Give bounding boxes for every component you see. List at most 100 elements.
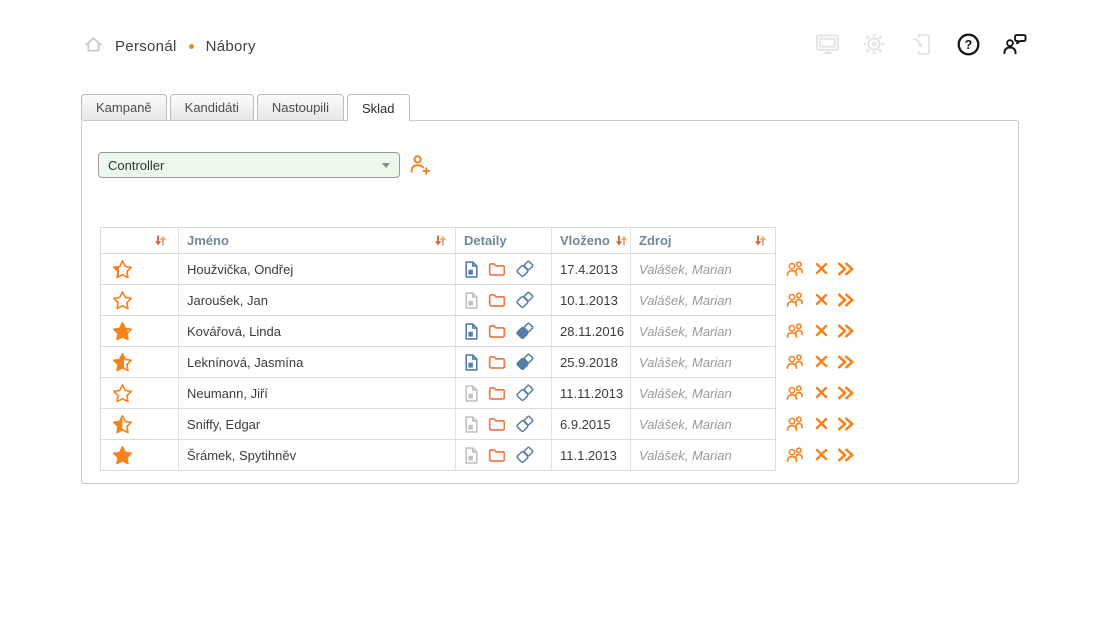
inserted-date: 6.9.2015 xyxy=(560,417,611,432)
favorite-star-icon[interactable] xyxy=(112,321,133,342)
name-cell[interactable]: Sniffy, Edgar xyxy=(179,409,456,439)
name-cell[interactable]: Leknínová, Jasmína xyxy=(179,347,456,377)
folder-icon[interactable] xyxy=(488,386,506,401)
header-details: Detaily xyxy=(456,228,552,253)
source-cell: Valášek, Marian xyxy=(631,440,775,470)
candidate-name: Jaroušek, Jan xyxy=(187,293,268,308)
document-icon[interactable] xyxy=(464,323,479,340)
position-filter-select[interactable]: Controller xyxy=(98,152,400,178)
name-cell[interactable]: Šrámek, Spytihněv xyxy=(179,440,456,470)
favorite-cell xyxy=(101,316,179,346)
close-icon[interactable] xyxy=(815,262,828,275)
favorite-star-icon[interactable] xyxy=(112,290,133,311)
row-actions xyxy=(786,408,854,439)
double-chevron-right-icon[interactable] xyxy=(837,386,854,400)
page: Personál Nábory ? Kampaně Kandidáti Nast… xyxy=(0,0,1100,620)
help-icon[interactable]: ? xyxy=(955,31,981,57)
import-document-icon[interactable] xyxy=(908,31,934,57)
close-icon[interactable] xyxy=(815,448,828,461)
document-icon[interactable] xyxy=(464,354,479,371)
name-cell[interactable]: Kovářová, Linda xyxy=(179,316,456,346)
document-icon[interactable] xyxy=(464,385,479,402)
breadcrumb-nabory[interactable]: Nábory xyxy=(206,38,256,55)
favorite-star-icon[interactable] xyxy=(112,259,133,280)
monitor-icon[interactable] xyxy=(814,31,840,57)
favorite-cell xyxy=(101,378,179,408)
sort-favorite-icon[interactable] xyxy=(154,234,167,247)
document-icon[interactable] xyxy=(464,292,479,309)
people-icon[interactable] xyxy=(786,384,806,401)
tab-sklad[interactable]: Sklad xyxy=(347,94,410,121)
people-icon[interactable] xyxy=(786,291,806,308)
favorite-star-icon[interactable] xyxy=(112,352,133,373)
document-icon[interactable] xyxy=(464,416,479,433)
add-person-icon[interactable] xyxy=(409,153,431,180)
name-cell[interactable]: Jaroušek, Jan xyxy=(179,285,456,315)
folder-icon[interactable] xyxy=(488,324,506,339)
favorite-cell xyxy=(101,409,179,439)
favorite-star-icon[interactable] xyxy=(112,383,133,404)
people-icon[interactable] xyxy=(786,260,806,277)
people-icon[interactable] xyxy=(786,322,806,339)
double-chevron-right-icon[interactable] xyxy=(837,417,854,431)
settings-gear-icon[interactable] xyxy=(861,31,887,57)
close-icon[interactable] xyxy=(815,324,828,337)
home-icon[interactable] xyxy=(84,36,103,57)
close-icon[interactable] xyxy=(815,293,828,306)
sort-source-icon[interactable] xyxy=(754,234,767,247)
sort-inserted-icon[interactable] xyxy=(615,234,628,247)
inserted-date: 11.1.2013 xyxy=(560,448,617,463)
people-icon[interactable] xyxy=(786,415,806,432)
tags-icon[interactable] xyxy=(515,353,535,371)
folder-icon[interactable] xyxy=(488,293,506,308)
tags-icon[interactable] xyxy=(515,415,535,433)
table-row: Kovářová, Linda 28.11.2016 Valášek, Mari… xyxy=(101,316,775,347)
people-icon[interactable] xyxy=(786,446,806,463)
feedback-person-icon[interactable] xyxy=(1002,31,1028,57)
source-name: Valášek, Marian xyxy=(639,386,732,401)
tab-kampane[interactable]: Kampaně xyxy=(81,94,167,120)
folder-icon[interactable] xyxy=(488,417,506,432)
double-chevron-right-icon[interactable] xyxy=(837,262,854,276)
source-name: Valášek, Marian xyxy=(639,262,732,277)
favorite-star-icon[interactable] xyxy=(112,445,133,466)
tags-icon[interactable] xyxy=(515,384,535,402)
source-name: Valášek, Marian xyxy=(639,355,732,370)
double-chevron-right-icon[interactable] xyxy=(837,448,854,462)
tags-icon[interactable] xyxy=(515,260,535,278)
inserted-cell: 10.1.2013 xyxy=(552,285,631,315)
double-chevron-right-icon[interactable] xyxy=(837,355,854,369)
double-chevron-right-icon[interactable] xyxy=(837,324,854,338)
people-icon[interactable] xyxy=(786,353,806,370)
sort-name-icon[interactable] xyxy=(434,234,447,247)
name-cell[interactable]: Neumann, Jiří xyxy=(179,378,456,408)
source-cell: Valášek, Marian xyxy=(631,316,775,346)
breadcrumb-personal[interactable]: Personál xyxy=(115,38,177,55)
document-icon[interactable] xyxy=(464,261,479,278)
candidate-name: Kovářová, Linda xyxy=(187,324,281,339)
table-row: Sniffy, Edgar 6.9.2015 Valášek, Marian xyxy=(101,409,775,440)
favorite-star-icon[interactable] xyxy=(112,414,133,435)
document-icon[interactable] xyxy=(464,447,479,464)
inserted-date: 28.11.2016 xyxy=(560,324,624,339)
tab-kandidati[interactable]: Kandidáti xyxy=(170,94,254,120)
double-chevron-right-icon[interactable] xyxy=(837,293,854,307)
close-icon[interactable] xyxy=(815,386,828,399)
folder-icon[interactable] xyxy=(488,448,506,463)
name-cell[interactable]: Houžvička, Ondřej xyxy=(179,254,456,284)
source-cell: Valášek, Marian xyxy=(631,347,775,377)
tags-icon[interactable] xyxy=(515,322,535,340)
tags-icon[interactable] xyxy=(515,446,535,464)
folder-icon[interactable] xyxy=(488,355,506,370)
close-icon[interactable] xyxy=(815,417,828,430)
tab-nastoupili[interactable]: Nastoupili xyxy=(257,94,344,120)
inserted-date: 17.4.2013 xyxy=(560,262,618,277)
favorite-cell xyxy=(101,285,179,315)
source-cell: Valášek, Marian xyxy=(631,409,775,439)
sklad-panel: Controller Jméno D xyxy=(81,120,1019,484)
tags-icon[interactable] xyxy=(515,291,535,309)
row-actions xyxy=(786,284,854,315)
folder-icon[interactable] xyxy=(488,262,506,277)
close-icon[interactable] xyxy=(815,355,828,368)
inserted-cell: 11.1.2013 xyxy=(552,440,631,470)
